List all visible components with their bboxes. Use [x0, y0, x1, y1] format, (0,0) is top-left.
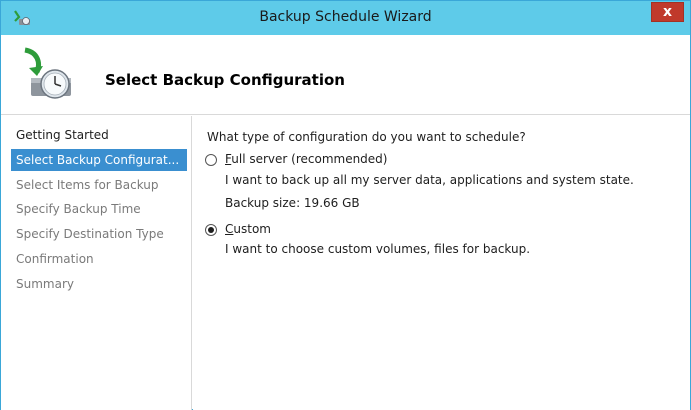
custom-label-text: ustom	[233, 222, 271, 236]
step-summary[interactable]: Summary	[1, 273, 191, 295]
window-title: Backup Schedule Wizard	[259, 9, 432, 25]
full-server-radio[interactable]	[205, 154, 217, 166]
step-specify-destination-type[interactable]: Specify Destination Type	[1, 223, 191, 245]
close-button[interactable]: x	[651, 2, 684, 22]
custom-radio[interactable]	[205, 224, 217, 236]
wizard-window: Backup Schedule Wizard x Select Backup C…	[0, 0, 691, 410]
full-server-label[interactable]: Full server (recommended)	[225, 152, 387, 166]
full-server-description: I want to back up all my server data, ap…	[225, 173, 634, 187]
step-select-items-for-backup[interactable]: Select Items for Backup	[1, 174, 191, 196]
step-select-backup-configuration[interactable]: Select Backup Configurat...	[11, 149, 187, 171]
step-specify-backup-time[interactable]: Specify Backup Time	[1, 198, 191, 220]
step-getting-started[interactable]: Getting Started	[1, 124, 191, 146]
wizard-header: Select Backup Configuration	[1, 35, 690, 115]
configuration-question: What type of configuration do you want t…	[207, 130, 526, 144]
backup-size-text: Backup size: 19.66 GB	[225, 196, 360, 210]
full-server-label-text: ull server (recommended)	[231, 152, 388, 166]
custom-label[interactable]: Custom	[225, 222, 271, 236]
step-confirmation[interactable]: Confirmation	[1, 248, 191, 270]
main-content: What type of configuration do you want t…	[193, 116, 690, 410]
wizard-steps-sidebar: Getting Started Select Backup Configurat…	[1, 116, 192, 410]
page-title: Select Backup Configuration	[105, 71, 345, 89]
custom-description: I want to choose custom volumes, files f…	[225, 242, 531, 256]
backup-schedule-icon	[24, 47, 71, 99]
title-bar[interactable]: Backup Schedule Wizard x	[1, 1, 690, 35]
